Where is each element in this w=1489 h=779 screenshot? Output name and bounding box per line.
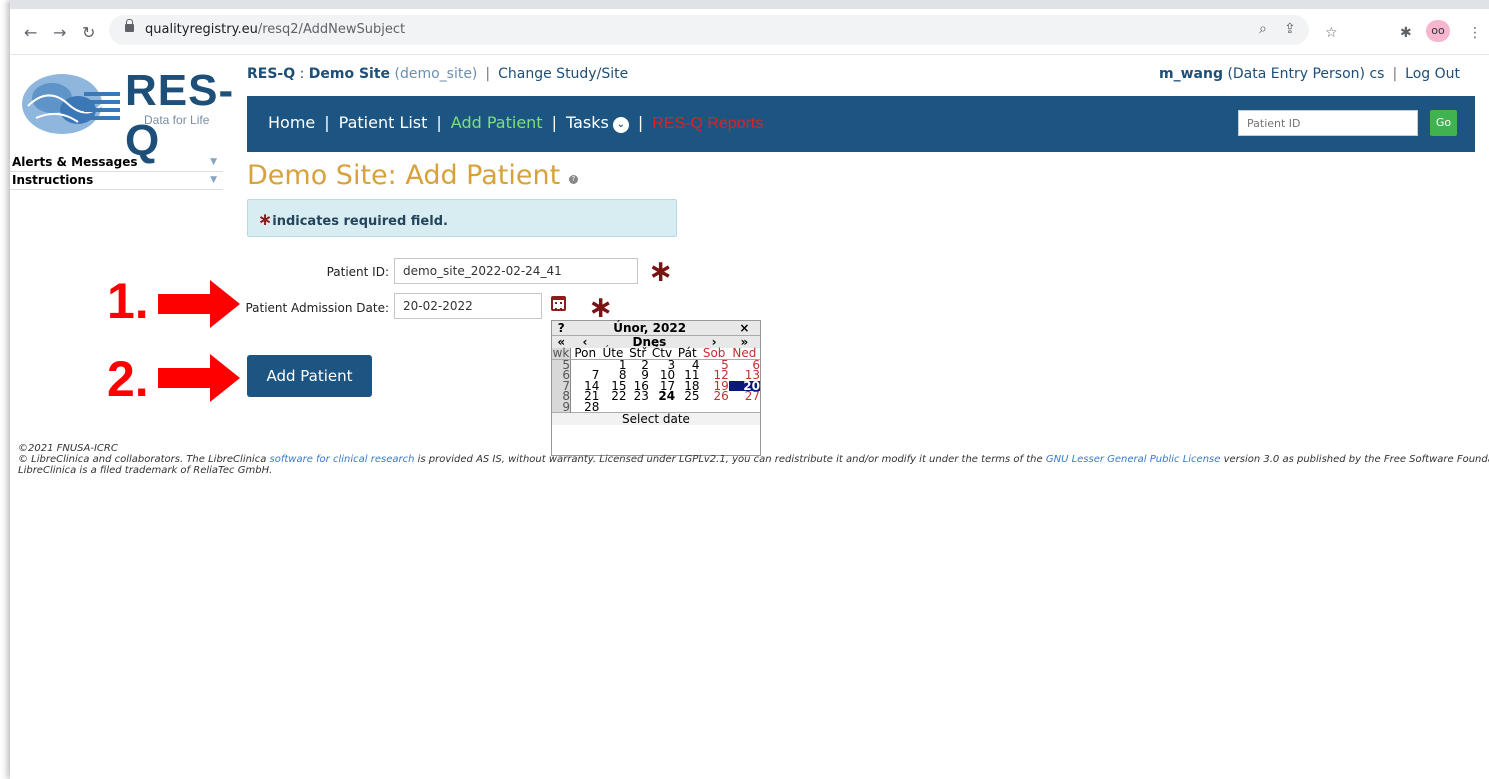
reload-icon[interactable]: ↻ bbox=[82, 23, 95, 42]
nav-tasks[interactable]: Tasks bbox=[566, 113, 609, 132]
patient-id-label: Patient ID: bbox=[326, 265, 389, 279]
calendar-day[interactable]: 26 bbox=[699, 390, 729, 401]
calendar-day bbox=[699, 402, 728, 413]
admission-date-field[interactable]: 20-02-2022 bbox=[394, 293, 542, 319]
calendar-status: Select date bbox=[552, 412, 760, 425]
calendar-week-row: 9 28 bbox=[552, 401, 760, 413]
page-title: Demo Site: Add Patient ? bbox=[247, 160, 578, 191]
brain-icon bbox=[22, 74, 120, 134]
patient-id-search-input[interactable] bbox=[1238, 110, 1418, 136]
sidebar-item-instructions[interactable]: Instructions ▼ bbox=[10, 172, 223, 190]
tab-strip bbox=[10, 0, 1489, 9]
calendar-week-row: 5123456 bbox=[552, 359, 760, 371]
chevron-down-icon[interactable]: ⌄ bbox=[612, 117, 629, 133]
username[interactable]: m_wang bbox=[1159, 66, 1223, 82]
sidebar-item-alerts[interactable]: Alerts & Messages ▼ bbox=[10, 154, 223, 172]
footer-copyright: ©2021 FNUSA-ICRC bbox=[18, 443, 118, 454]
triangle-down-icon: ▼ bbox=[210, 175, 217, 185]
calendar-day bbox=[627, 402, 649, 413]
user-role: (Data Entry Person) bbox=[1227, 66, 1365, 82]
lock-icon bbox=[125, 19, 134, 32]
back-icon[interactable]: ← bbox=[24, 23, 37, 42]
language-link[interactable]: cs bbox=[1369, 66, 1384, 82]
forward-icon[interactable]: → bbox=[53, 23, 66, 42]
calendar-week-number: 9 bbox=[552, 401, 571, 413]
annotation-step-2: 2. bbox=[107, 351, 149, 407]
footer-link-software[interactable]: software for clinical research bbox=[270, 454, 415, 465]
triangle-down-icon: ▼ bbox=[210, 157, 217, 167]
red-arrow-icon bbox=[158, 280, 240, 328]
calendar-day[interactable]: 25 bbox=[675, 390, 699, 401]
calendar-month-title: Únor, 2022 bbox=[570, 321, 729, 336]
site-name: Demo Site bbox=[308, 66, 391, 82]
calendar-icon[interactable] bbox=[551, 296, 566, 311]
bookmark-star-icon[interactable]: ☆ bbox=[1325, 25, 1338, 41]
zoom-icon[interactable]: ⌕ bbox=[1259, 21, 1267, 37]
logout-link[interactable]: Log Out bbox=[1405, 66, 1460, 82]
browser-window: ← → ↻ qualityregistry.eu/resq2/AddNewSub… bbox=[10, 0, 1489, 779]
extensions-icon[interactable]: ✱ bbox=[1400, 25, 1412, 41]
browser-toolbar: ← → ↻ qualityregistry.eu/resq2/AddNewSub… bbox=[10, 9, 1489, 55]
go-button[interactable]: Go bbox=[1430, 110, 1457, 136]
calendar-close-button[interactable]: × bbox=[728, 321, 760, 336]
profile-avatar[interactable]: oo bbox=[1426, 20, 1450, 42]
calendar-day[interactable]: 28 bbox=[571, 401, 599, 413]
calendar-day bbox=[675, 402, 699, 413]
user-line: m_wang (Data Entry Person) cs | Log Out bbox=[1159, 66, 1460, 82]
nav-patient-list[interactable]: Patient List bbox=[339, 113, 428, 132]
calendar-day bbox=[649, 402, 675, 413]
required-note-box: ∗indicates required field. bbox=[247, 199, 677, 237]
required-star-icon: ∗ bbox=[258, 210, 273, 230]
url-text: qualityregistry.eu/resq2/AddNewSubject bbox=[145, 22, 406, 37]
red-arrow-icon bbox=[158, 354, 240, 402]
nav-add-patient[interactable]: Add Patient bbox=[451, 113, 543, 132]
calendar-day bbox=[599, 402, 626, 413]
sidebar: Alerts & Messages ▼ Instructions ▼ bbox=[10, 154, 223, 190]
res-q-logo[interactable]: RES-Q Data for Life bbox=[18, 66, 246, 165]
study-site-line: RES-Q : Demo Site (demo_site) | Change Stu… bbox=[247, 66, 629, 82]
calendar-weekday-header: wk Pon Úte Stř Čtv Pát Sob Ned bbox=[552, 347, 760, 360]
footer-trademark: LibreClinica is a filed trademark of Rel… bbox=[18, 465, 273, 476]
admission-date-label: Patient Admission Date: bbox=[245, 301, 389, 315]
calendar-day[interactable]: 23 bbox=[627, 390, 649, 401]
nav-res-q-reports[interactable]: RES-Q Reports bbox=[652, 115, 763, 132]
add-patient-button[interactable]: Add Patient bbox=[247, 355, 372, 397]
help-icon[interactable]: ? bbox=[568, 175, 578, 184]
main-navbar: Home | Patient List | Add Patient | Tasks ⌄ | RES… bbox=[247, 96, 1475, 152]
logo-tagline: Data for Life bbox=[144, 113, 210, 127]
date-picker-popup: ? Únor, 2022 × « ‹ Dnes › » wk Pon Úte S… bbox=[551, 320, 761, 456]
change-study-link[interactable]: Change Study/Site bbox=[498, 66, 628, 82]
required-note-text: indicates required field. bbox=[272, 214, 448, 229]
study-name: RES-Q bbox=[247, 66, 296, 82]
share-icon[interactable]: ⇪ bbox=[1284, 21, 1296, 37]
calendar-day bbox=[729, 402, 760, 413]
calendar-day[interactable]: 27 bbox=[729, 390, 760, 401]
required-star-icon: ∗ bbox=[648, 254, 674, 289]
menu-kebab-icon[interactable]: ⋮ bbox=[1468, 25, 1482, 41]
site-code: (demo_site) bbox=[394, 66, 478, 82]
calendar-help-button[interactable]: ? bbox=[552, 321, 571, 336]
address-bar[interactable]: qualityregistry.eu/resq2/AddNewSubject ⌕… bbox=[109, 15, 1309, 45]
page-footer: ©2021 FNUSA-ICRC © LibreClinica and coll… bbox=[18, 443, 1489, 476]
patient-id-field[interactable]: demo_site_2022-02-24_41 bbox=[394, 258, 638, 284]
footer-link-lgpl[interactable]: GNU Lesser General Public License bbox=[1046, 454, 1221, 465]
footer-license: © LibreClinica and collaborators. The Li… bbox=[18, 454, 1489, 465]
calendar-day[interactable]: 22 bbox=[599, 390, 626, 401]
nav-home[interactable]: Home bbox=[268, 113, 315, 132]
annotation-step-1: 1. bbox=[107, 273, 149, 329]
calendar-day[interactable]: 24 bbox=[649, 390, 675, 401]
